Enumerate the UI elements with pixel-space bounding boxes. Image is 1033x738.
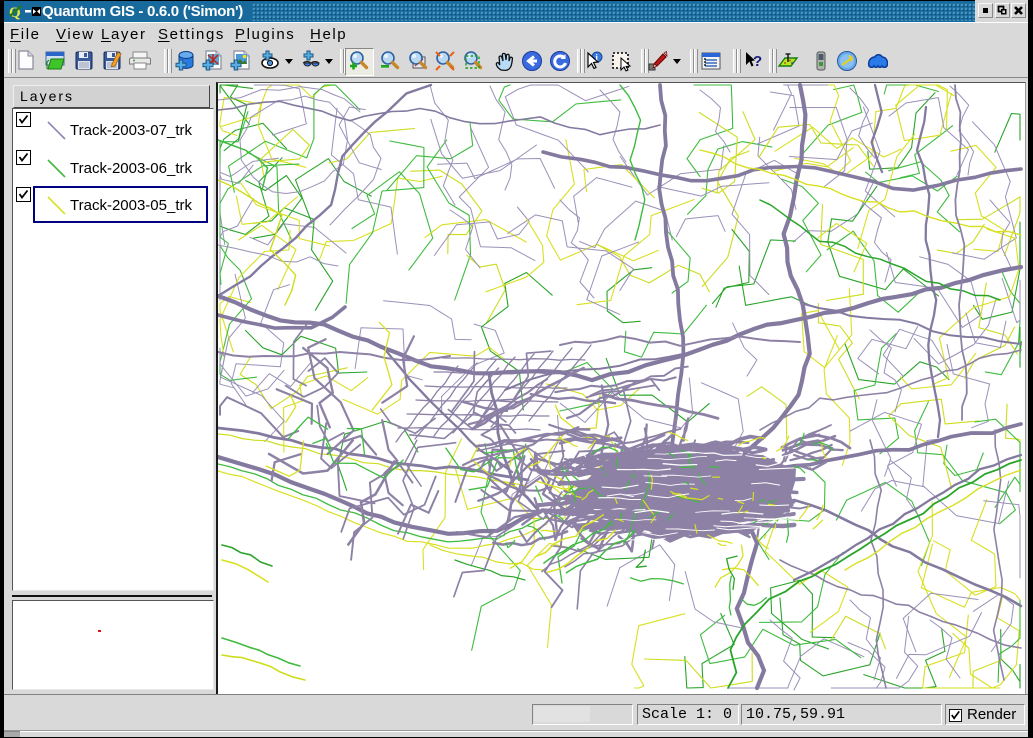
svg-text:?: ? [753, 53, 762, 70]
